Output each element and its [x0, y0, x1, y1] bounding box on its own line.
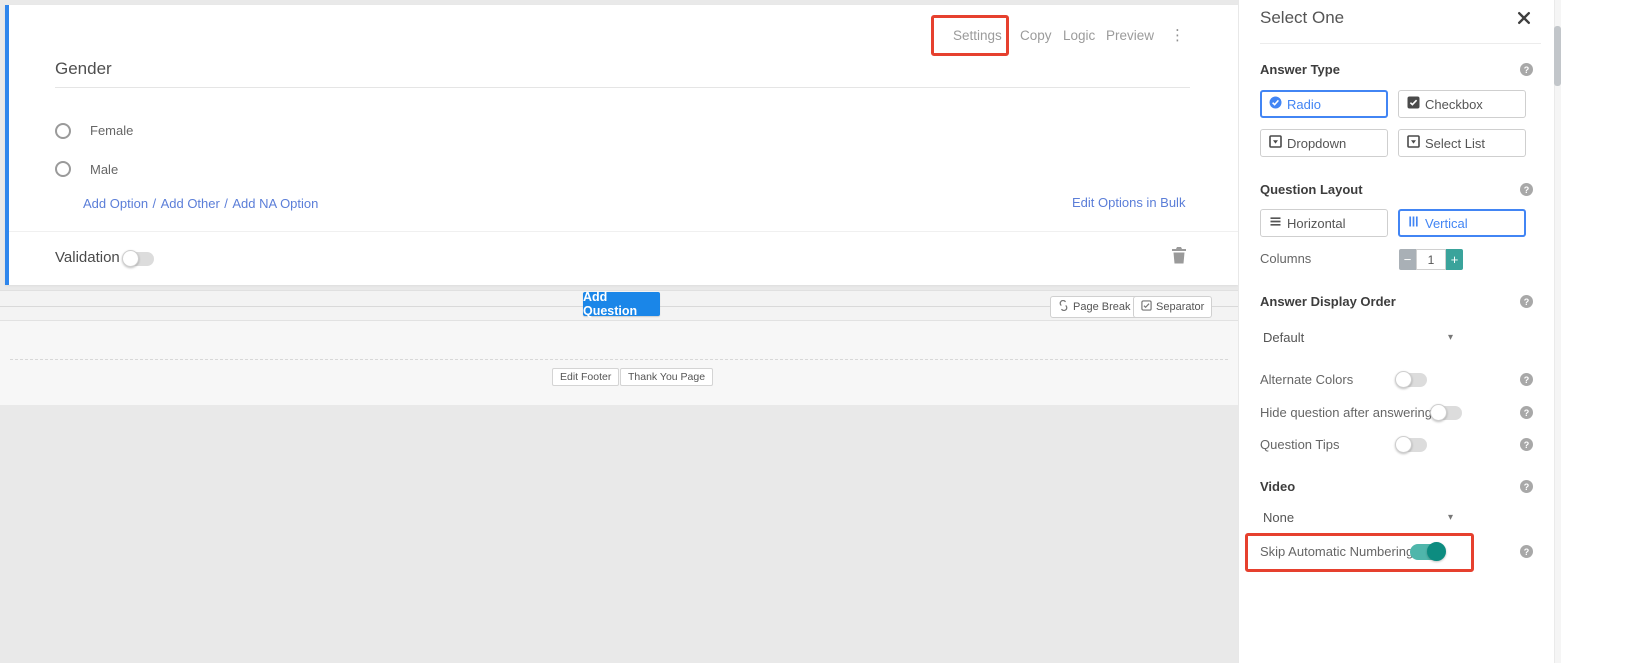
skip-automatic-numbering-toggle[interactable]: [1410, 544, 1444, 560]
option-links-row: Add Option / Add Other / Add NA Option: [83, 195, 318, 213]
chevron-down-icon: ▾: [1448, 332, 1453, 343]
columns-stepper: − 1 +: [1399, 249, 1463, 270]
answer-type-checkbox-button[interactable]: Checkbox: [1398, 90, 1526, 118]
option-label-male: Male: [90, 162, 118, 177]
video-help-icon[interactable]: ?: [1520, 480, 1533, 493]
question-card: [5, 5, 1238, 285]
skip-automatic-numbering-label: Skip Automatic Numbering: [1260, 544, 1413, 559]
layout-horizontal-button[interactable]: Horizontal: [1260, 209, 1388, 237]
answer-type-help-icon[interactable]: ?: [1520, 63, 1533, 76]
answer-type-dropdown-button[interactable]: Dropdown: [1260, 129, 1388, 157]
hide-question-label: Hide question after answering: [1260, 405, 1432, 420]
scrollbar-track[interactable]: [1554, 0, 1561, 663]
checkbox-icon: [1407, 96, 1420, 112]
answer-display-order-value: Default: [1263, 330, 1304, 345]
page-break-button[interactable]: Page Break: [1050, 296, 1138, 318]
answer-type-select-list-label: Select List: [1425, 136, 1485, 151]
answer-display-order-help-icon[interactable]: ?: [1520, 295, 1533, 308]
answer-type-checkbox-label: Checkbox: [1425, 97, 1483, 112]
more-menu-icon[interactable]: ⋮: [1170, 26, 1186, 44]
card-divider: [9, 231, 1238, 232]
answer-type-radio-label: Radio: [1287, 97, 1321, 112]
answer-display-order-label: Answer Display Order: [1260, 294, 1396, 309]
add-other-link[interactable]: Add Other: [161, 196, 220, 211]
columns-increment-button[interactable]: +: [1446, 249, 1463, 270]
vertical-lines-icon: [1407, 215, 1420, 231]
question-tips-label: Question Tips: [1260, 437, 1340, 452]
question-title[interactable]: Gender: [55, 59, 112, 79]
columns-label: Columns: [1260, 251, 1311, 266]
right-gutter: [1561, 0, 1650, 663]
video-select[interactable]: None ▾: [1263, 510, 1453, 525]
select-list-icon: [1407, 135, 1420, 151]
option-label-female: Female: [90, 123, 133, 138]
alternate-colors-label: Alternate Colors: [1260, 372, 1353, 387]
settings-button[interactable]: Settings: [953, 28, 1002, 43]
skip-automatic-numbering-help-icon[interactable]: ?: [1520, 545, 1533, 558]
columns-value[interactable]: 1: [1416, 249, 1446, 270]
alternate-colors-help-icon[interactable]: ?: [1520, 373, 1533, 386]
radio-option-female[interactable]: [55, 123, 71, 139]
preview-button[interactable]: Preview: [1106, 28, 1154, 43]
columns-decrement-button[interactable]: −: [1399, 249, 1416, 270]
scrollbar-thumb[interactable]: [1554, 26, 1561, 86]
panel-title: Select One: [1260, 8, 1344, 28]
radio-option-male[interactable]: [55, 161, 71, 177]
layout-horizontal-label: Horizontal: [1287, 216, 1346, 231]
answer-type-select-list-button[interactable]: Select List: [1398, 129, 1526, 157]
link-separator: /: [224, 196, 228, 211]
question-layout-help-icon[interactable]: ?: [1520, 183, 1533, 196]
video-label: Video: [1260, 479, 1295, 494]
page-break-label: Page Break: [1073, 301, 1130, 313]
chevron-down-icon: ▾: [1448, 512, 1453, 523]
close-icon[interactable]: [1517, 11, 1531, 30]
add-option-link[interactable]: Add Option: [83, 196, 148, 211]
hide-question-help-icon[interactable]: ?: [1520, 406, 1533, 419]
answer-display-order-select[interactable]: Default ▾: [1263, 330, 1453, 345]
footer-dashed-line: [10, 359, 1228, 360]
footer-band: [0, 321, 1238, 405]
edit-options-in-bulk-link[interactable]: Edit Options in Bulk: [1072, 195, 1185, 210]
page-break-icon: [1058, 300, 1069, 314]
answer-type-dropdown-label: Dropdown: [1287, 136, 1346, 151]
add-question-button[interactable]: Add Question: [583, 292, 660, 316]
survey-builder-screen: Settings Copy Logic Preview ⋮ Gender Fem…: [0, 0, 1650, 663]
validation-label: Validation: [55, 249, 120, 266]
link-separator: /: [153, 196, 157, 211]
delete-question-icon[interactable]: [1171, 246, 1187, 269]
question-tips-toggle[interactable]: [1397, 438, 1427, 452]
copy-button[interactable]: Copy: [1020, 28, 1052, 43]
separator-label: Separator: [1156, 301, 1204, 313]
radio-check-icon: [1269, 96, 1282, 112]
answer-type-label: Answer Type: [1260, 62, 1340, 77]
horizontal-lines-icon: [1269, 215, 1282, 231]
edit-footer-button[interactable]: Edit Footer: [552, 368, 619, 386]
separator-icon: [1141, 300, 1152, 314]
dropdown-icon: [1269, 135, 1282, 151]
question-layout-label: Question Layout: [1260, 182, 1363, 197]
layout-vertical-button[interactable]: Vertical: [1398, 209, 1526, 237]
video-value: None: [1263, 510, 1294, 525]
validation-toggle[interactable]: [124, 252, 154, 266]
answer-type-radio-button[interactable]: Radio: [1260, 90, 1388, 118]
hide-question-toggle[interactable]: [1432, 406, 1462, 420]
panel-divider: [1260, 43, 1541, 44]
question-tips-help-icon[interactable]: ?: [1520, 438, 1533, 451]
thank-you-page-button[interactable]: Thank You Page: [620, 368, 713, 386]
add-na-option-link[interactable]: Add NA Option: [232, 196, 318, 211]
separator-button[interactable]: Separator: [1133, 296, 1212, 318]
logic-button[interactable]: Logic: [1063, 28, 1095, 43]
layout-vertical-label: Vertical: [1425, 216, 1468, 231]
question-title-underline: [55, 87, 1190, 88]
alternate-colors-toggle[interactable]: [1397, 373, 1427, 387]
